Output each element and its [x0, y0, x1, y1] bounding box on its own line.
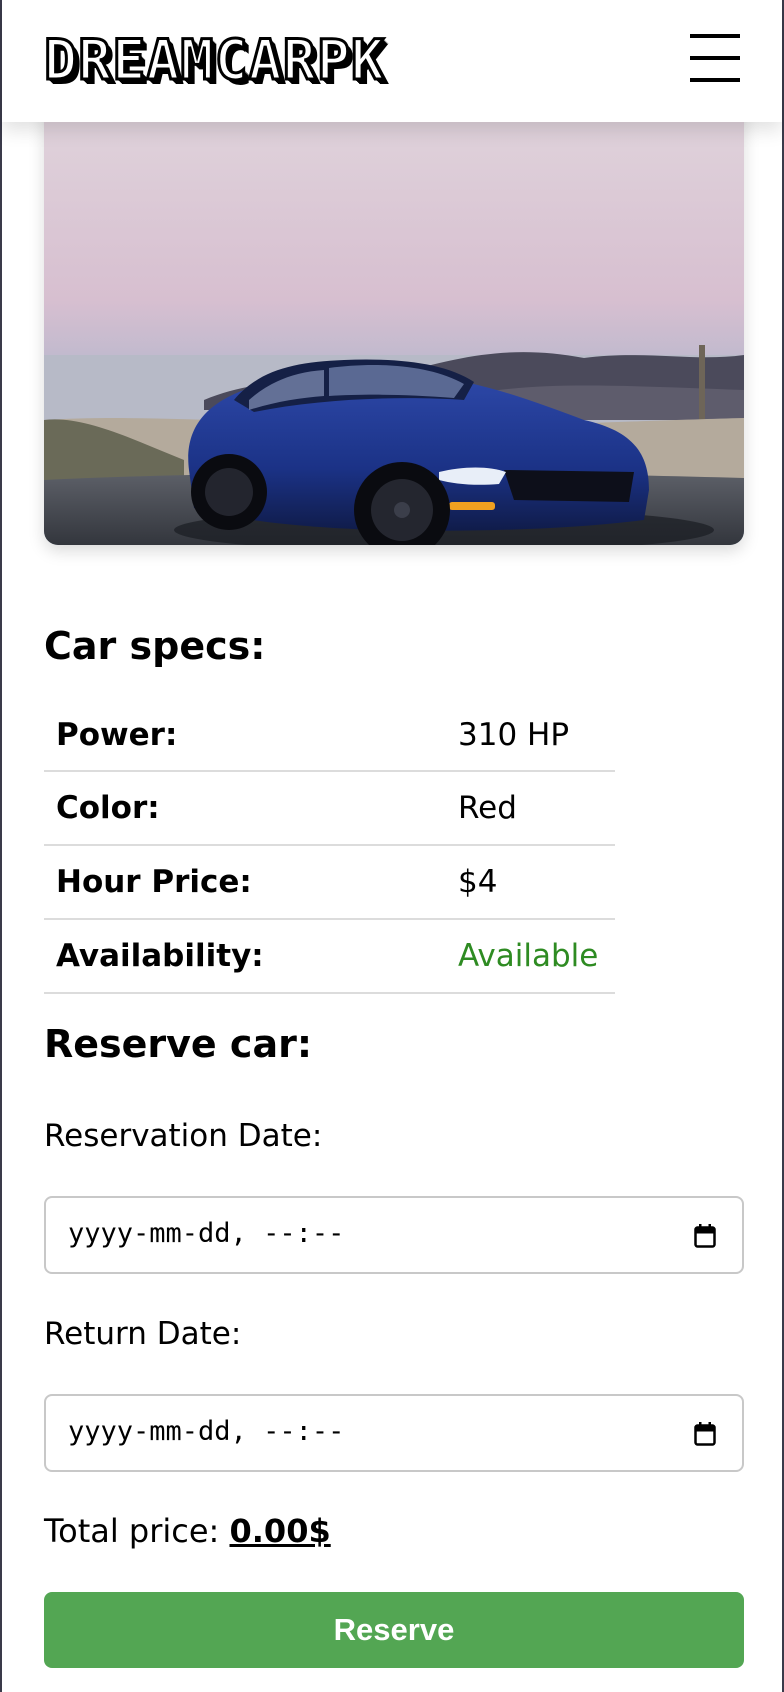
spec-value: 310 HP: [444, 700, 615, 772]
calendar-icon[interactable]: [694, 1224, 716, 1248]
table-row: Availability: Available: [44, 919, 615, 994]
reservation-date-placeholder: yyyy-mm-dd, --:--: [68, 1218, 345, 1249]
calendar-icon[interactable]: [694, 1422, 716, 1446]
table-row: Hour Price: $4: [44, 845, 615, 920]
availability-status: Available: [444, 919, 615, 994]
specs-table: Power: 310 HP Color: Red Hour Price: $4 …: [44, 700, 615, 994]
specs-heading: Car specs:: [44, 624, 266, 668]
reserve-heading: Reserve car:: [44, 1022, 313, 1066]
return-date-label: Return Date:: [44, 1316, 242, 1352]
car-photo: [44, 100, 744, 545]
hamburger-menu-icon[interactable]: [690, 34, 740, 82]
total-price: Total price: 0.00$: [44, 1512, 331, 1550]
reservation-date-label: Reservation Date:: [44, 1118, 323, 1154]
top-header: DREAMCARPK: [2, 0, 782, 122]
spec-label: Power:: [44, 700, 444, 772]
spec-value: Red: [444, 771, 615, 846]
spec-value: $4: [444, 845, 615, 920]
return-date-placeholder: yyyy-mm-dd, --:--: [68, 1416, 345, 1447]
spec-label: Availability:: [44, 919, 444, 994]
spec-label: Hour Price:: [44, 845, 444, 920]
table-row: Power: 310 HP: [44, 700, 615, 772]
total-price-label: Total price:: [44, 1512, 220, 1550]
total-price-value: 0.00$: [229, 1512, 331, 1550]
site-logo[interactable]: DREAMCARPK: [42, 27, 385, 94]
spec-label: Color:: [44, 771, 444, 846]
reservation-date-input[interactable]: yyyy-mm-dd, --:--: [44, 1196, 744, 1274]
reserve-button[interactable]: Reserve: [44, 1592, 744, 1668]
table-row: Color: Red: [44, 771, 615, 846]
return-date-input[interactable]: yyyy-mm-dd, --:--: [44, 1394, 744, 1472]
